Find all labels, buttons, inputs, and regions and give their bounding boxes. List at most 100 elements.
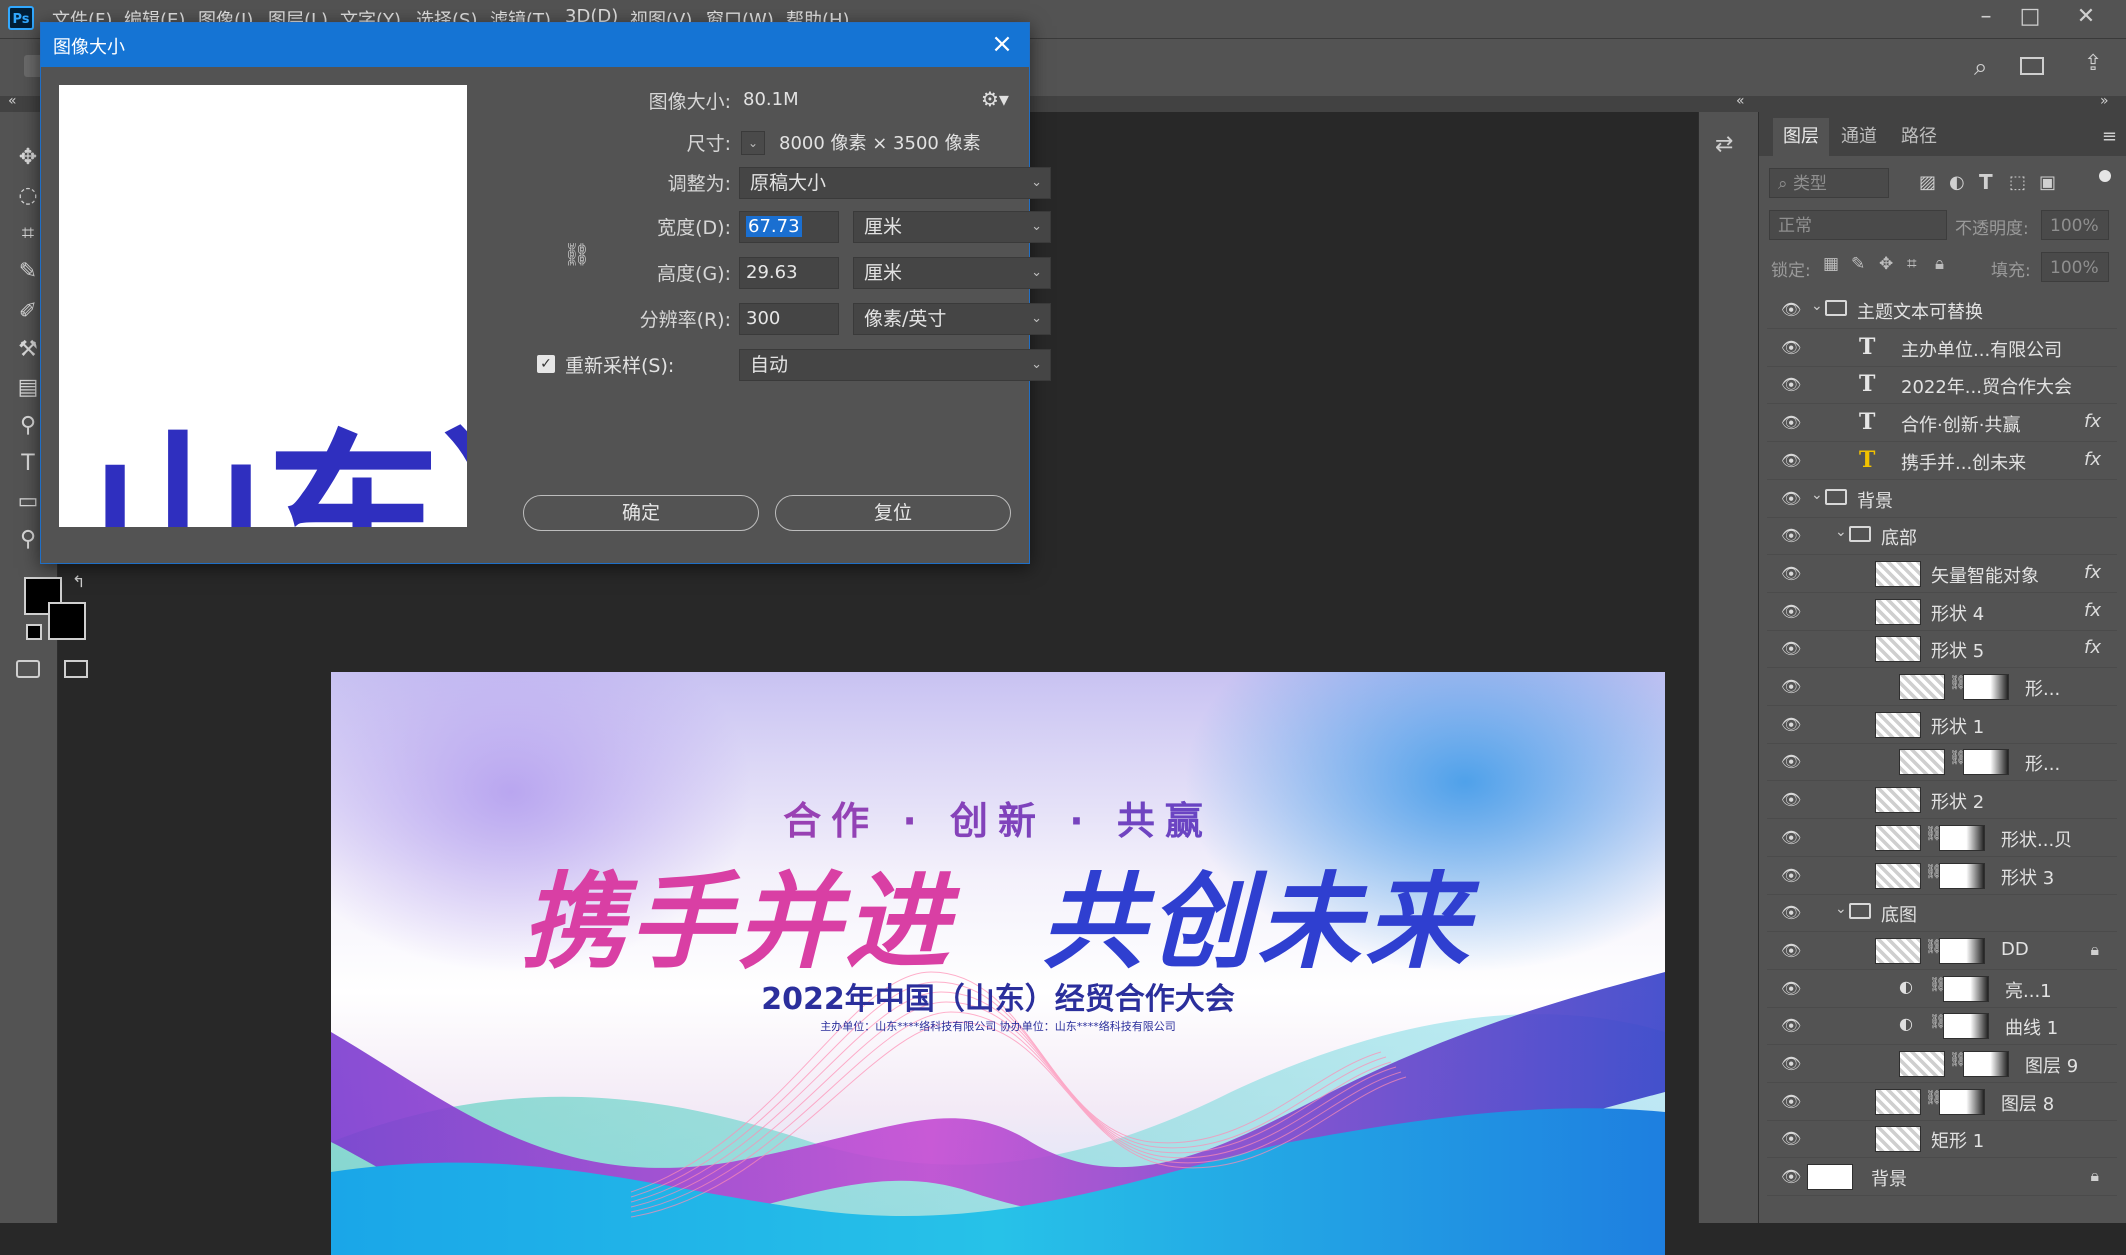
layer-row[interactable]: 👁︎ T 合作·创新·共赢 fx	[1767, 405, 2117, 443]
visibility-eye-icon[interactable]: 👁︎	[1781, 375, 1801, 395]
tab-paths[interactable]: 路径	[1891, 118, 1947, 156]
visibility-eye-icon[interactable]: 👁︎	[1781, 602, 1801, 622]
layer-name[interactable]: 图层 8	[2001, 1090, 2054, 1116]
minimize-icon[interactable]: –	[1966, 2, 2006, 32]
visibility-eye-icon[interactable]: 👁︎	[1781, 1167, 1801, 1187]
maximize-icon[interactable]: □	[2010, 2, 2050, 32]
layer-row[interactable]: 👁︎ ⛓ 形状...贝	[1767, 820, 2117, 857]
filter-adjustment-icon[interactable]: ◐	[1949, 172, 1965, 193]
ok-button[interactable]: 确定	[523, 495, 759, 531]
blend-mode-select[interactable]: 正常	[1769, 210, 1947, 240]
layer-row[interactable]: 👁︎ 形状 5 fx	[1767, 631, 2117, 669]
tab-layers[interactable]: 图层	[1773, 118, 1829, 156]
document-artwork[interactable]: 合作 · 创新 · 共赢 携手并进 共创未来 2022年中国（山东）经贸合作大会…	[331, 672, 1665, 1255]
screen-mode-icon[interactable]	[64, 660, 88, 678]
layer-name[interactable]: 亮...1	[2005, 977, 2052, 1003]
visibility-eye-icon[interactable]: 👁︎	[1781, 489, 1801, 509]
layer-name[interactable]: 图层 9	[2025, 1052, 2078, 1078]
layer-mask-thumbnail[interactable]	[1939, 937, 1985, 964]
expand-chevron-icon[interactable]: ⌄	[1811, 487, 1823, 503]
visibility-eye-icon[interactable]: 👁︎	[1781, 526, 1801, 546]
layer-row[interactable]: 👁︎ ⌄ 主题文本可替换	[1767, 292, 2117, 329]
layer-row[interactable]: 👁︎ ⛓ DD 🔒︎	[1767, 933, 2117, 970]
lock-artboard-icon[interactable]: ⌗	[1907, 254, 1917, 274]
expand-chevron-icon[interactable]: ⌄	[1835, 901, 1847, 917]
background-color-swatch[interactable]	[48, 602, 86, 640]
resolution-input[interactable]: 300	[739, 303, 839, 335]
layer-name[interactable]: 矩形 1	[1931, 1127, 1984, 1153]
layer-row[interactable]: 👁︎ 形状 4 fx	[1767, 594, 2117, 631]
layer-name[interactable]: 形状 5	[1931, 637, 1984, 663]
visibility-eye-icon[interactable]: 👁︎	[1781, 979, 1801, 999]
filter-smart-icon[interactable]: ▣	[2039, 172, 2056, 193]
share-icon[interactable]: ⇪	[2084, 51, 2110, 77]
visibility-eye-icon[interactable]: 👁︎	[1781, 866, 1801, 886]
layer-effects-icon[interactable]: fx	[2084, 637, 2101, 658]
layer-name[interactable]: 矢量智能对象	[1931, 562, 2039, 588]
layer-row[interactable]: 👁︎ ⛓ 图层 8	[1767, 1084, 2117, 1121]
layer-row[interactable]: 👁︎ 矢量智能对象 fx	[1767, 556, 2117, 593]
layer-name[interactable]: 携手并...创未来	[1901, 449, 2026, 475]
visibility-eye-icon[interactable]: 👁︎	[1781, 564, 1801, 584]
height-unit-select[interactable]: 厘米 ⌄	[853, 257, 1051, 289]
lock-transparent-icon[interactable]: ▦	[1823, 254, 1839, 274]
height-input[interactable]: 29.63	[739, 257, 839, 289]
filter-type-icon[interactable]: T	[1979, 170, 1993, 194]
layer-row[interactable]: 👁︎ 形状 2	[1767, 782, 2117, 820]
width-unit-select[interactable]: 厘米 ⌄	[853, 211, 1051, 243]
layer-name[interactable]: 形状 1	[1931, 713, 1984, 739]
resolution-unit-select[interactable]: 像素/英寸 ⌄	[853, 303, 1051, 335]
layer-effects-icon[interactable]: fx	[2084, 449, 2101, 470]
layer-effects-icon[interactable]: fx	[2084, 562, 2101, 583]
fill-input[interactable]: 100%	[2041, 252, 2109, 282]
layer-effects-icon[interactable]: fx	[2084, 600, 2101, 621]
layer-row[interactable]: 👁︎ 矩形 1	[1767, 1121, 2117, 1159]
layer-row[interactable]: 👁︎↳◐⛓曲线 1	[1767, 1008, 2117, 1046]
visibility-eye-icon[interactable]: 👁︎	[1781, 941, 1801, 961]
panel-menu-icon[interactable]: ≡	[2102, 126, 2117, 147]
resample-select[interactable]: 自动 ⌄	[739, 349, 1051, 381]
layer-name[interactable]: 底图	[1881, 901, 1917, 927]
visibility-eye-icon[interactable]: 👁︎	[1781, 1092, 1801, 1112]
layer-filter-select[interactable]: ⌕ 类型	[1769, 168, 1889, 198]
layer-name[interactable]: 形状 2	[1931, 788, 1984, 814]
resample-checkbox[interactable]: ✓	[537, 355, 555, 373]
layer-mask-thumbnail[interactable]	[1963, 674, 2009, 700]
filter-pixel-icon[interactable]: ▨	[1919, 172, 1936, 193]
layer-name[interactable]: 形...	[2025, 750, 2060, 776]
fit-to-select[interactable]: 原稿大小 ⌄	[739, 167, 1051, 199]
history-panel-icon[interactable]: ⇄	[1715, 132, 1743, 160]
collapse-right-icon[interactable]: »	[2100, 93, 2109, 109]
layer-name[interactable]: 2022年...贸合作大会	[1901, 373, 2072, 399]
collapse-left-icon[interactable]: «	[8, 93, 17, 109]
layer-row[interactable]: 👁︎↳⛓形...	[1767, 669, 2117, 706]
lock-paint-icon[interactable]: ✎	[1851, 254, 1865, 274]
layer-name[interactable]: 形状 3	[2001, 864, 2054, 890]
expand-chevron-icon[interactable]: ⌄	[1835, 524, 1847, 540]
visibility-eye-icon[interactable]: 👁︎	[1781, 752, 1801, 772]
image-preview[interactable]: 山东）	[59, 85, 467, 527]
visibility-eye-icon[interactable]: 👁︎	[1781, 413, 1801, 433]
layer-mask-thumbnail[interactable]	[1939, 1088, 1985, 1115]
layer-row[interactable]: 👁︎ T 主办单位...有限公司	[1767, 330, 2117, 367]
layer-mask-thumbnail[interactable]	[1963, 1051, 2009, 1077]
filter-toggle-icon[interactable]	[2099, 170, 2111, 182]
layer-row[interactable]: 👁︎ 形状 1	[1767, 707, 2117, 744]
expand-chevron-icon[interactable]: ⌄	[1811, 298, 1823, 314]
layer-name[interactable]: 底部	[1881, 524, 1917, 550]
width-input[interactable]: 67.73	[739, 211, 839, 243]
layer-mask-thumbnail[interactable]	[1943, 1013, 1989, 1040]
visibility-eye-icon[interactable]: 👁︎	[1781, 639, 1801, 659]
visibility-eye-icon[interactable]: 👁︎	[1781, 828, 1801, 848]
visibility-eye-icon[interactable]: 👁︎	[1781, 1054, 1801, 1074]
dialog-titlebar[interactable]: 图像大小 ×	[41, 23, 1029, 67]
layer-name[interactable]: DD	[2001, 939, 2029, 960]
layer-name[interactable]: 合作·创新·共赢	[1901, 411, 2020, 437]
layer-name[interactable]: 曲线 1	[2005, 1014, 2058, 1040]
visibility-eye-icon[interactable]: 👁︎	[1781, 903, 1801, 923]
layer-row[interactable]: 👁︎↳◐⛓亮...1	[1767, 971, 2117, 1008]
layer-row[interactable]: 👁︎ ⌄ 底图	[1767, 895, 2117, 933]
visibility-eye-icon[interactable]: 👁︎	[1781, 1129, 1801, 1149]
layer-row[interactable]: 👁︎ ⛓ 形状 3	[1767, 858, 2117, 895]
visibility-eye-icon[interactable]: 👁︎	[1781, 715, 1801, 735]
